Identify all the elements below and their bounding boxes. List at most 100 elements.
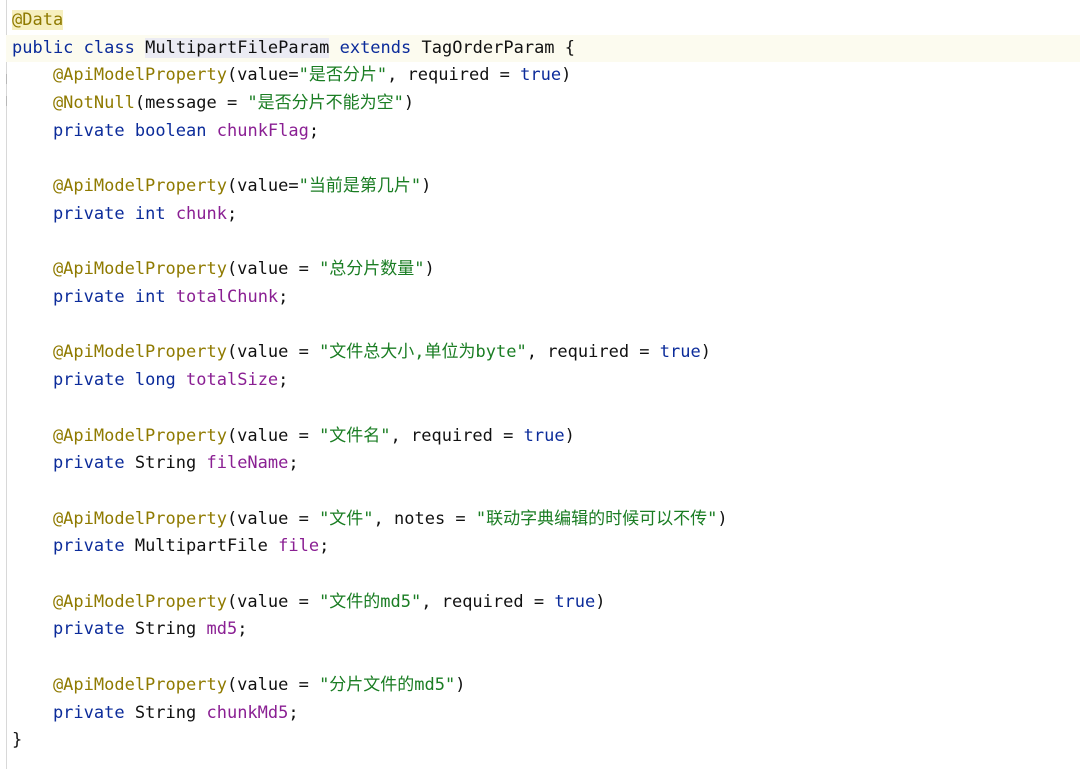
code-token: @ApiModelProperty xyxy=(12,591,227,612)
code-line[interactable]: @ApiModelProperty(value="当前是第几片") xyxy=(12,173,1080,201)
code-line[interactable]: @ApiModelProperty(value = "分片文件的md5") xyxy=(12,672,1080,700)
code-line[interactable] xyxy=(12,229,1080,257)
code-token: ) xyxy=(403,93,415,114)
code-line[interactable]: public class MultipartFileParam extends … xyxy=(6,34,1080,63)
fold-marker-icon[interactable] xyxy=(0,96,7,106)
code-token: true xyxy=(523,425,565,446)
code-token: totalChunk xyxy=(175,287,279,307)
code-token: String xyxy=(124,453,207,474)
code-token: "分片文件的md5" xyxy=(319,674,456,695)
code-token: ) xyxy=(424,259,435,280)
code-line[interactable]: private String md5; xyxy=(12,616,1080,644)
code-line[interactable]: @ApiModelProperty(value="是否分片", required… xyxy=(12,62,1080,90)
code-token: chunk xyxy=(175,203,227,224)
code-token: (message = xyxy=(134,93,248,114)
code-token: MultipartFileParam xyxy=(145,37,330,58)
code-editor[interactable]: @Data public class MultipartFileParam ext… xyxy=(0,0,1080,769)
code-token: ; xyxy=(319,536,330,557)
code-token: "文件总大小,单位为byte" xyxy=(319,342,527,363)
code-token: @ApiModelProperty xyxy=(12,259,227,280)
code-token: , required = xyxy=(390,425,524,446)
code-line[interactable]: @ApiModelProperty(value = "文件", notes = … xyxy=(12,506,1080,534)
code-token: int xyxy=(134,287,166,307)
code-token: @ApiModelProperty xyxy=(12,508,227,529)
code-token: (value = xyxy=(226,674,320,695)
code-line[interactable] xyxy=(12,146,1080,174)
code-line[interactable]: private boolean chunkFlag; xyxy=(12,118,1080,146)
code-line[interactable]: private int totalChunk; xyxy=(12,284,1080,312)
code-line[interactable]: } xyxy=(12,727,1080,755)
code-token: @ApiModelProperty xyxy=(12,65,227,86)
code-token: "总分片数量" xyxy=(319,259,425,280)
code-token: (value= xyxy=(226,65,299,86)
code-line[interactable]: @Data xyxy=(12,7,1080,35)
code-line[interactable] xyxy=(12,644,1080,672)
editor-gutter xyxy=(0,0,7,769)
code-token: "是否分片" xyxy=(298,65,388,86)
code-line[interactable]: private String fileName; xyxy=(12,450,1080,478)
code-line[interactable]: @NotNull(message = "是否分片不能为空") xyxy=(12,90,1080,118)
code-token: ) xyxy=(700,342,711,363)
code-token: ) xyxy=(595,591,606,612)
code-line[interactable]: @ApiModelProperty(value = "文件名", require… xyxy=(12,423,1080,451)
code-token: MultipartFile xyxy=(124,536,279,557)
code-token: private xyxy=(12,203,125,224)
code-line[interactable]: private MultipartFile file; xyxy=(12,533,1080,561)
code-token: @ApiModelProperty xyxy=(12,674,227,695)
code-line[interactable]: @ApiModelProperty(value = "文件的md5", requ… xyxy=(12,589,1080,617)
code-token: String xyxy=(124,702,207,723)
code-token: ; xyxy=(227,203,238,224)
code-line[interactable] xyxy=(12,561,1080,589)
code-token: @NotNull xyxy=(12,93,135,114)
code-token: , notes = xyxy=(373,508,476,529)
code-token: chunkMd5 xyxy=(206,702,289,723)
code-token: , required = xyxy=(387,65,521,86)
code-line[interactable]: @ApiModelProperty(value = "总分片数量") xyxy=(12,256,1080,284)
fold-marker-icon[interactable] xyxy=(0,74,7,84)
code-line[interactable]: @ApiModelProperty(value = "文件总大小,单位为byte… xyxy=(12,339,1080,367)
code-token: private xyxy=(12,536,125,557)
code-token: file xyxy=(278,536,320,557)
code-token: ; xyxy=(278,287,289,307)
code-token: @ApiModelProperty xyxy=(12,342,227,363)
code-token: true xyxy=(520,65,562,86)
code-token: long xyxy=(134,370,176,391)
code-line[interactable]: private int chunk; xyxy=(12,201,1080,229)
code-token: "是否分片不能为空" xyxy=(247,93,404,114)
code-line[interactable] xyxy=(12,312,1080,340)
code-token: private xyxy=(12,702,125,723)
code-token: "文件名" xyxy=(319,425,391,446)
code-token: @ApiModelProperty xyxy=(12,425,227,446)
code-token: true xyxy=(554,591,596,612)
code-token: , required = xyxy=(526,342,660,363)
code-token: public xyxy=(12,37,74,58)
code-token: String xyxy=(124,619,207,640)
code-token: ) xyxy=(717,508,728,529)
code-line[interactable] xyxy=(12,395,1080,423)
code-token: private xyxy=(12,287,125,307)
code-line[interactable]: private String chunkMd5; xyxy=(12,700,1080,728)
code-token: ; xyxy=(288,702,299,723)
code-token: chunkFlag xyxy=(216,120,309,141)
code-token: md5 xyxy=(206,619,238,640)
code-token: true xyxy=(659,342,701,363)
code-token: ; xyxy=(237,619,248,640)
code-token: private xyxy=(12,619,125,640)
code-token: @ApiModelProperty xyxy=(12,176,227,197)
code-token: totalSize xyxy=(186,370,279,391)
code-token: "文件" xyxy=(319,508,374,529)
code-line[interactable] xyxy=(12,478,1080,506)
code-token: ; xyxy=(278,370,289,391)
code-line[interactable]: private long totalSize; xyxy=(12,367,1080,395)
code-token: private xyxy=(12,120,125,141)
